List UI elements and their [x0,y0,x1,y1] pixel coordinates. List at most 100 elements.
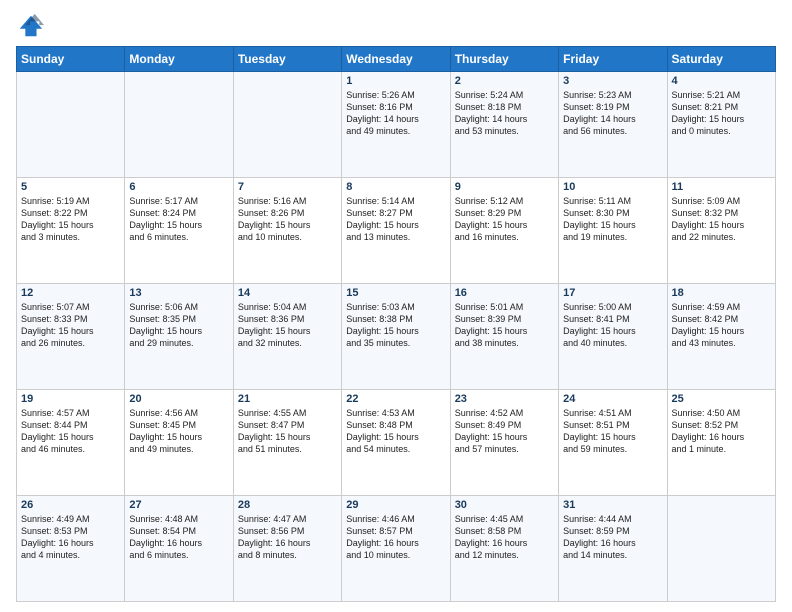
day-info: Sunrise: 5:21 AMSunset: 8:21 PMDaylight:… [672,89,771,138]
calendar-day-10: 10 Sunrise: 5:11 AMSunset: 8:30 PMDayligh… [559,178,667,284]
calendar-day-14: 14 Sunrise: 5:04 AMSunset: 8:36 PMDayligh… [233,284,341,390]
calendar-week-row: 1 Sunrise: 5:26 AMSunset: 8:16 PMDaylight… [17,72,776,178]
header [16,12,776,40]
day-number: 18 [672,287,771,299]
day-number: 2 [455,75,554,87]
day-info: Sunrise: 4:46 AMSunset: 8:57 PMDaylight:… [346,513,445,562]
calendar-day-17: 17Sunrise: 5:00 AMSunset: 8:41 PMDayligh… [559,284,667,390]
day-info: Sunrise: 4:52 AMSunset: 8:49 PMDaylight:… [455,407,554,456]
day-info: Sunrise: 5:03 AMSunset: 8:38 PMDaylight:… [346,301,445,350]
day-info: Sunrise: 4:55 AMSunset: 8:47 PMDaylight:… [238,407,337,456]
day-info: Sunrise: 5:14 AMSunset: 8:27 PMDaylight:… [346,195,445,244]
day-info: Sunrise: 5:06 AMSunset: 8:35 PMDaylight:… [129,301,228,350]
day-number: 27 [129,499,228,511]
day-info: Sunrise: 4:51 AMSunset: 8:51 PMDaylight:… [563,407,662,456]
day-info: Sunrise: 5:24 AMSunset: 8:18 PMDaylight:… [455,89,554,138]
day-number: 14 [238,287,337,299]
day-number: 13 [129,287,228,299]
day-number: 31 [563,499,662,511]
calendar-day-24: 24 Sunrise: 4:51 AMSunset: 8:51 PMDayligh… [559,390,667,496]
day-number: 8 [346,181,445,193]
calendar-day-8: 8 Sunrise: 5:14 AMSunset: 8:27 PMDaylight… [342,178,450,284]
day-info: Sunrise: 5:11 AMSunset: 8:30 PMDaylight:… [563,195,662,244]
calendar-day-9: 9 Sunrise: 5:12 AMSunset: 8:29 PMDaylight… [450,178,558,284]
calendar-day-11: 11Sunrise: 5:09 AMSunset: 8:32 PMDayligh… [667,178,775,284]
calendar-day-5: 5Sunrise: 5:19 AMSunset: 8:22 PMDaylight… [17,178,125,284]
day-number: 25 [672,393,771,405]
day-info: Sunrise: 4:56 AMSunset: 8:45 PMDaylight:… [129,407,228,456]
calendar-header-tuesday: Tuesday [233,47,341,72]
calendar-day-3: 3Sunrise: 5:23 AMSunset: 8:19 PMDaylight… [559,72,667,178]
day-number: 9 [455,181,554,193]
day-info: Sunrise: 5:26 AMSunset: 8:16 PMDaylight:… [346,89,445,138]
day-number: 20 [129,393,228,405]
calendar-day-30: 30 Sunrise: 4:45 AMSunset: 8:58 PMDayligh… [450,496,558,602]
calendar-day-22: 22 Sunrise: 4:53 AMSunset: 8:48 PMDayligh… [342,390,450,496]
day-info: Sunrise: 4:57 AMSunset: 8:44 PMDaylight:… [21,407,120,456]
calendar-week-row: 26 Sunrise: 4:49 AMSunset: 8:53 PMDayligh… [17,496,776,602]
calendar-day-13: 13 Sunrise: 5:06 AMSunset: 8:35 PMDayligh… [125,284,233,390]
day-number: 4 [672,75,771,87]
calendar-empty-cell [233,72,341,178]
calendar-day-23: 23 Sunrise: 4:52 AMSunset: 8:49 PMDayligh… [450,390,558,496]
day-info: Sunrise: 5:04 AMSunset: 8:36 PMDaylight:… [238,301,337,350]
calendar-day-7: 7 Sunrise: 5:16 AMSunset: 8:26 PMDaylight… [233,178,341,284]
day-number: 30 [455,499,554,511]
day-number: 10 [563,181,662,193]
calendar-table: SundayMondayTuesdayWednesdayThursdayFrid… [16,46,776,602]
day-number: 21 [238,393,337,405]
calendar-day-2: 2 Sunrise: 5:24 AMSunset: 8:18 PMDaylight… [450,72,558,178]
calendar-week-row: 12Sunrise: 5:07 AMSunset: 8:33 PMDayligh… [17,284,776,390]
calendar-day-1: 1 Sunrise: 5:26 AMSunset: 8:16 PMDaylight… [342,72,450,178]
day-number: 7 [238,181,337,193]
day-number: 23 [455,393,554,405]
calendar-header-thursday: Thursday [450,47,558,72]
day-number: 26 [21,499,120,511]
day-info: Sunrise: 5:00 AMSunset: 8:41 PMDaylight:… [563,301,662,350]
day-info: Sunrise: 5:17 AMSunset: 8:24 PMDaylight:… [129,195,228,244]
calendar-header-saturday: Saturday [667,47,775,72]
calendar-day-6: 6 Sunrise: 5:17 AMSunset: 8:24 PMDaylight… [125,178,233,284]
calendar-day-16: 16Sunrise: 5:01 AMSunset: 8:39 PMDayligh… [450,284,558,390]
calendar-day-4: 4 Sunrise: 5:21 AMSunset: 8:21 PMDaylight… [667,72,775,178]
calendar-day-31: 31Sunrise: 4:44 AMSunset: 8:59 PMDayligh… [559,496,667,602]
logo [16,12,48,40]
calendar-header-row: SundayMondayTuesdayWednesdayThursdayFrid… [17,47,776,72]
logo-icon [16,12,44,40]
calendar-week-row: 5Sunrise: 5:19 AMSunset: 8:22 PMDaylight… [17,178,776,284]
calendar-empty-cell [667,496,775,602]
calendar-day-26: 26 Sunrise: 4:49 AMSunset: 8:53 PMDayligh… [17,496,125,602]
calendar-day-19: 19 Sunrise: 4:57 AMSunset: 8:44 PMDayligh… [17,390,125,496]
day-info: Sunrise: 4:45 AMSunset: 8:58 PMDaylight:… [455,513,554,562]
day-info: Sunrise: 5:16 AMSunset: 8:26 PMDaylight:… [238,195,337,244]
day-number: 22 [346,393,445,405]
calendar-day-29: 29 Sunrise: 4:46 AMSunset: 8:57 PMDayligh… [342,496,450,602]
calendar-header-monday: Monday [125,47,233,72]
calendar-header-sunday: Sunday [17,47,125,72]
day-info: Sunrise: 5:09 AMSunset: 8:32 PMDaylight:… [672,195,771,244]
day-number: 24 [563,393,662,405]
day-info: Sunrise: 5:23 AMSunset: 8:19 PMDaylight:… [563,89,662,138]
day-info: Sunrise: 4:59 AMSunset: 8:42 PMDaylight:… [672,301,771,350]
day-info: Sunrise: 5:07 AMSunset: 8:33 PMDaylight:… [21,301,120,350]
day-info: Sunrise: 4:47 AMSunset: 8:56 PMDaylight:… [238,513,337,562]
day-info: Sunrise: 4:53 AMSunset: 8:48 PMDaylight:… [346,407,445,456]
day-number: 28 [238,499,337,511]
calendar-empty-cell [125,72,233,178]
day-info: Sunrise: 4:48 AMSunset: 8:54 PMDaylight:… [129,513,228,562]
day-number: 1 [346,75,445,87]
day-number: 29 [346,499,445,511]
calendar-day-28: 28 Sunrise: 4:47 AMSunset: 8:56 PMDayligh… [233,496,341,602]
day-number: 19 [21,393,120,405]
calendar-day-20: 20 Sunrise: 4:56 AMSunset: 8:45 PMDayligh… [125,390,233,496]
calendar-day-25: 25Sunrise: 4:50 AMSunset: 8:52 PMDayligh… [667,390,775,496]
calendar-header-friday: Friday [559,47,667,72]
calendar-day-27: 27 Sunrise: 4:48 AMSunset: 8:54 PMDayligh… [125,496,233,602]
calendar-empty-cell [17,72,125,178]
day-number: 6 [129,181,228,193]
day-number: 15 [346,287,445,299]
day-info: Sunrise: 4:49 AMSunset: 8:53 PMDaylight:… [21,513,120,562]
calendar-week-row: 19 Sunrise: 4:57 AMSunset: 8:44 PMDayligh… [17,390,776,496]
day-info: Sunrise: 5:19 AMSunset: 8:22 PMDaylight:… [21,195,120,244]
day-info: Sunrise: 5:12 AMSunset: 8:29 PMDaylight:… [455,195,554,244]
